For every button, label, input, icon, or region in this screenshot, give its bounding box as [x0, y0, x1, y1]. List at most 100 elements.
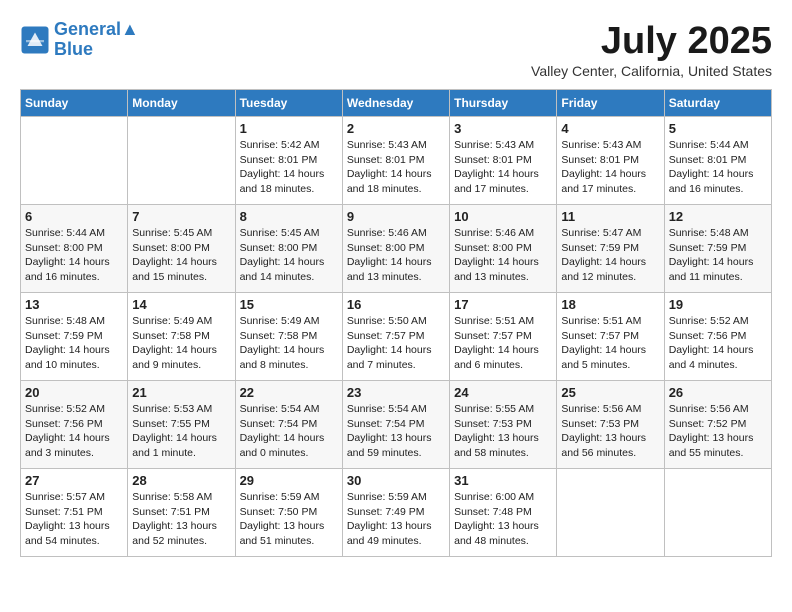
week-row-3: 13Sunrise: 5:48 AMSunset: 7:59 PMDayligh…	[21, 293, 772, 381]
day-content: Sunrise: 5:44 AMSunset: 8:00 PMDaylight:…	[25, 226, 123, 285]
header-cell-saturday: Saturday	[664, 90, 771, 117]
day-info-line: Daylight: 14 hours and 16 minutes.	[669, 167, 767, 196]
day-content: Sunrise: 5:55 AMSunset: 7:53 PMDaylight:…	[454, 402, 552, 461]
day-info-line: Sunset: 8:00 PM	[240, 241, 338, 256]
day-number: 7	[132, 209, 230, 224]
day-info-line: Daylight: 14 hours and 18 minutes.	[347, 167, 445, 196]
day-content: Sunrise: 5:51 AMSunset: 7:57 PMDaylight:…	[561, 314, 659, 373]
day-number: 23	[347, 385, 445, 400]
calendar-cell	[557, 469, 664, 557]
calendar-cell: 11Sunrise: 5:47 AMSunset: 7:59 PMDayligh…	[557, 205, 664, 293]
day-number: 27	[25, 473, 123, 488]
day-info-line: Sunset: 7:53 PM	[561, 417, 659, 432]
day-info-line: Daylight: 14 hours and 7 minutes.	[347, 343, 445, 372]
day-info-line: Daylight: 14 hours and 14 minutes.	[240, 255, 338, 284]
day-content: Sunrise: 5:42 AMSunset: 8:01 PMDaylight:…	[240, 138, 338, 197]
day-info-line: Daylight: 14 hours and 11 minutes.	[669, 255, 767, 284]
day-info-line: Sunrise: 5:46 AM	[454, 226, 552, 241]
calendar-table: SundayMondayTuesdayWednesdayThursdayFrid…	[20, 89, 772, 557]
logo-line2: Blue	[54, 40, 139, 60]
calendar-cell: 8Sunrise: 5:45 AMSunset: 8:00 PMDaylight…	[235, 205, 342, 293]
day-info-line: Daylight: 14 hours and 5 minutes.	[561, 343, 659, 372]
day-info-line: Sunset: 8:01 PM	[669, 153, 767, 168]
calendar-cell	[21, 117, 128, 205]
day-info-line: Sunrise: 5:51 AM	[561, 314, 659, 329]
day-number: 4	[561, 121, 659, 136]
day-content: Sunrise: 5:49 AMSunset: 7:58 PMDaylight:…	[240, 314, 338, 373]
day-info-line: Daylight: 14 hours and 18 minutes.	[240, 167, 338, 196]
day-content: Sunrise: 5:54 AMSunset: 7:54 PMDaylight:…	[347, 402, 445, 461]
day-content: Sunrise: 5:45 AMSunset: 8:00 PMDaylight:…	[240, 226, 338, 285]
day-number: 19	[669, 297, 767, 312]
calendar-cell: 17Sunrise: 5:51 AMSunset: 7:57 PMDayligh…	[450, 293, 557, 381]
day-info-line: Sunrise: 5:59 AM	[347, 490, 445, 505]
day-info-line: Daylight: 14 hours and 0 minutes.	[240, 431, 338, 460]
day-number: 13	[25, 297, 123, 312]
day-content: Sunrise: 5:43 AMSunset: 8:01 PMDaylight:…	[347, 138, 445, 197]
day-number: 26	[669, 385, 767, 400]
day-info-line: Daylight: 13 hours and 52 minutes.	[132, 519, 230, 548]
day-info-line: Sunrise: 5:45 AM	[132, 226, 230, 241]
day-content: Sunrise: 5:56 AMSunset: 7:52 PMDaylight:…	[669, 402, 767, 461]
day-info-line: Sunrise: 5:45 AM	[240, 226, 338, 241]
calendar-cell: 2Sunrise: 5:43 AMSunset: 8:01 PMDaylight…	[342, 117, 449, 205]
calendar-cell: 29Sunrise: 5:59 AMSunset: 7:50 PMDayligh…	[235, 469, 342, 557]
day-info-line: Sunset: 7:57 PM	[347, 329, 445, 344]
calendar-cell: 9 Sunrise: 5:46 AMSunset: 8:00 PMDaylight…	[342, 205, 449, 293]
day-info-line: Daylight: 14 hours and 8 minutes.	[240, 343, 338, 372]
day-info-line: Daylight: 14 hours and 17 minutes.	[561, 167, 659, 196]
day-content: Sunrise: 5:58 AMSunset: 7:51 PMDaylight:…	[132, 490, 230, 549]
calendar-cell: 10Sunrise: 5:46 AMSunset: 8:00 PMDayligh…	[450, 205, 557, 293]
day-info-line: Sunset: 7:59 PM	[669, 241, 767, 256]
calendar-cell: 19Sunrise: 5:52 AMSunset: 7:56 PMDayligh…	[664, 293, 771, 381]
day-info-line: Sunrise: 5:59 AM	[240, 490, 338, 505]
day-number: 17	[454, 297, 552, 312]
day-info-line: Sunrise: 5:43 AM	[347, 138, 445, 153]
day-info-line: Daylight: 13 hours and 54 minutes.	[25, 519, 123, 548]
day-number: 31	[454, 473, 552, 488]
day-info-line: Sunset: 7:57 PM	[561, 329, 659, 344]
header-cell-tuesday: Tuesday	[235, 90, 342, 117]
calendar-cell: 23 Sunrise: 5:54 AMSunset: 7:54 PMDayligh…	[342, 381, 449, 469]
day-number: 12	[669, 209, 767, 224]
month-title: July 2025	[531, 20, 772, 63]
day-info-line: Sunset: 8:00 PM	[25, 241, 123, 256]
day-info-line: Sunrise: 5:49 AM	[132, 314, 230, 329]
day-info-line: Sunset: 7:56 PM	[669, 329, 767, 344]
day-content: Sunrise: 5:45 AMSunset: 8:00 PMDaylight:…	[132, 226, 230, 285]
day-info-line: Sunrise: 5:44 AM	[25, 226, 123, 241]
day-info-line: Sunset: 8:01 PM	[561, 153, 659, 168]
day-info-line: Sunrise: 5:46 AM	[347, 226, 445, 241]
day-info-line: Sunset: 7:58 PM	[132, 329, 230, 344]
day-info-line: Sunrise: 5:52 AM	[25, 402, 123, 417]
logo: General▲ Blue	[20, 20, 139, 60]
calendar-cell: 7 Sunrise: 5:45 AMSunset: 8:00 PMDaylight…	[128, 205, 235, 293]
day-number: 9	[347, 209, 445, 224]
day-info-line: Sunset: 8:01 PM	[347, 153, 445, 168]
day-content: Sunrise: 5:46 AMSunset: 8:00 PMDaylight:…	[347, 226, 445, 285]
calendar-cell: 21Sunrise: 5:53 AMSunset: 7:55 PMDayligh…	[128, 381, 235, 469]
day-content: Sunrise: 5:50 AMSunset: 7:57 PMDaylight:…	[347, 314, 445, 373]
day-info-line: Daylight: 13 hours and 59 minutes.	[347, 431, 445, 460]
day-info-line: Sunset: 7:59 PM	[25, 329, 123, 344]
day-info-line: Sunset: 7:49 PM	[347, 505, 445, 520]
day-content: Sunrise: 5:53 AMSunset: 7:55 PMDaylight:…	[132, 402, 230, 461]
day-info-line: Sunset: 7:52 PM	[669, 417, 767, 432]
week-row-5: 27Sunrise: 5:57 AMSunset: 7:51 PMDayligh…	[21, 469, 772, 557]
day-number: 10	[454, 209, 552, 224]
day-info-line: Sunset: 7:55 PM	[132, 417, 230, 432]
day-number: 18	[561, 297, 659, 312]
day-info-line: Daylight: 14 hours and 13 minutes.	[454, 255, 552, 284]
day-number: 28	[132, 473, 230, 488]
day-info-line: Sunset: 8:01 PM	[240, 153, 338, 168]
day-info-line: Sunrise: 5:48 AM	[669, 226, 767, 241]
day-info-line: Sunrise: 5:55 AM	[454, 402, 552, 417]
day-info-line: Sunrise: 5:42 AM	[240, 138, 338, 153]
day-info-line: Daylight: 13 hours and 56 minutes.	[561, 431, 659, 460]
day-info-line: Daylight: 13 hours and 48 minutes.	[454, 519, 552, 548]
day-number: 20	[25, 385, 123, 400]
day-content: Sunrise: 5:44 AMSunset: 8:01 PMDaylight:…	[669, 138, 767, 197]
day-number: 25	[561, 385, 659, 400]
calendar-cell: 5Sunrise: 5:44 AMSunset: 8:01 PMDaylight…	[664, 117, 771, 205]
day-info-line: Sunrise: 5:49 AM	[240, 314, 338, 329]
